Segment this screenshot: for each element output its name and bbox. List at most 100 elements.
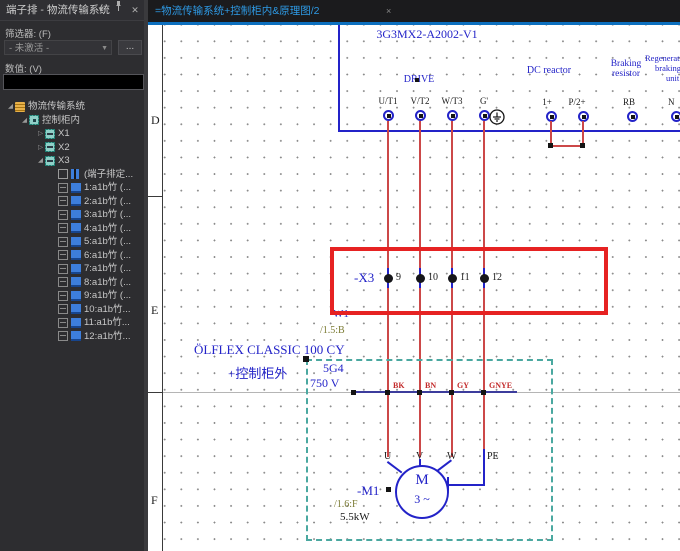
tree-item-terminal-12[interactable]: 12:a1b竹... bbox=[0, 330, 148, 344]
pin-icon[interactable] bbox=[110, 0, 126, 20]
tree-item-terminal-11[interactable]: 11:a1b竹... bbox=[0, 316, 148, 330]
jumper-wire[interactable] bbox=[550, 145, 584, 147]
pe-lead-horizontal bbox=[449, 484, 485, 486]
terminal-doc-icon bbox=[71, 210, 81, 220]
collapse-icon[interactable]: ▷ bbox=[36, 127, 45, 141]
expand-icon[interactable]: ◢ bbox=[20, 114, 29, 128]
tree-item-terminal-10[interactable]: 10:a1b竹... bbox=[0, 303, 148, 317]
conductor-point bbox=[417, 390, 422, 395]
eplan-window: 端子排 - 物流传输系统 ▼ ✕ 筛选器: (F) - 未激活 - ▼ ... … bbox=[0, 0, 680, 551]
value-input[interactable] bbox=[3, 74, 144, 90]
strip-nav-icon bbox=[71, 169, 81, 179]
cable-definition-line[interactable] bbox=[353, 391, 517, 393]
terminal-icon bbox=[58, 223, 68, 233]
terminal-doc-icon bbox=[71, 264, 81, 274]
tree-item-terminal-2[interactable]: 2:a1b竹 (... bbox=[0, 195, 148, 209]
tree-item-terminal-4[interactable]: 4:a1b竹 (... bbox=[0, 222, 148, 236]
tree-item-project[interactable]: ◢ 物流传输系统 bbox=[0, 100, 148, 114]
tree-item-terminal-9[interactable]: 9:a1b竹 (... bbox=[0, 289, 148, 303]
tree-item-terminal-5[interactable]: 5:a1b竹 (... bbox=[0, 235, 148, 249]
dc-reactor-terminal-label: 1+ bbox=[537, 97, 557, 107]
strip-def-icon bbox=[58, 169, 68, 179]
cable-type: ÖLFLEX CLASSIC 100 CY bbox=[194, 342, 345, 358]
motor-xref[interactable]: /1.6:F bbox=[334, 499, 358, 510]
terminal-doc-icon bbox=[71, 291, 81, 301]
connection-point-w-t3[interactable] bbox=[447, 110, 458, 121]
terminal-icon bbox=[58, 183, 68, 193]
terminal-icon bbox=[58, 250, 68, 260]
panel-titlebar[interactable]: 端子排 - 物流传输系统 ▼ ✕ bbox=[0, 0, 144, 21]
terminal-strip-icon bbox=[45, 156, 55, 166]
dc-reactor-label: DC reactor bbox=[518, 65, 580, 76]
terminal-icon bbox=[58, 210, 68, 220]
drive-box-left-edge[interactable] bbox=[338, 25, 340, 131]
terminal-doc-icon bbox=[71, 277, 81, 287]
expand-icon[interactable]: ◢ bbox=[6, 100, 15, 114]
terminal-doc-icon bbox=[71, 304, 81, 314]
terminal-strip-icon bbox=[45, 129, 55, 139]
panel-dropdown-icon[interactable]: ▼ bbox=[93, 0, 109, 20]
connection-point-u-t1[interactable] bbox=[383, 110, 394, 121]
drive-box-bottom-edge[interactable] bbox=[338, 130, 680, 132]
terminal-doc-icon bbox=[71, 318, 81, 328]
motor-power: 5.5kW bbox=[340, 511, 370, 523]
location-icon bbox=[29, 115, 39, 125]
tree-item-terminal-6[interactable]: 6:a1b竹 (... bbox=[0, 249, 148, 263]
connection-point-rb[interactable] bbox=[627, 111, 638, 122]
tree-item-terminal-7[interactable]: 7:a1b竹 (... bbox=[0, 262, 148, 276]
terminal-strip-icon bbox=[45, 142, 55, 152]
combo-arrow-icon: ▼ bbox=[101, 41, 108, 56]
tab-schematic-page[interactable]: =物流传输系统+控制柜内&原理图/2 bbox=[155, 0, 320, 22]
cable-xref[interactable]: /1.5:B bbox=[320, 325, 345, 336]
filter-value: - 未激活 - bbox=[9, 43, 49, 54]
filter-more-button[interactable]: ... bbox=[118, 40, 142, 55]
regen-unit-label: Regenerative braking unit bbox=[645, 53, 680, 83]
row-label-e: E bbox=[151, 303, 158, 318]
row-label-d: D bbox=[151, 113, 160, 128]
connection-point-marker bbox=[415, 78, 419, 82]
motor-terminal-label: PE bbox=[487, 451, 499, 462]
terminal-doc-icon bbox=[71, 237, 81, 247]
tree-item-strip-definition[interactable]: (端子排定... bbox=[0, 168, 148, 182]
motor-symbol[interactable]: M 3 ~ bbox=[395, 465, 449, 519]
terminal-doc-icon bbox=[71, 196, 81, 206]
expand-icon[interactable]: ◢ bbox=[36, 154, 45, 168]
filter-combobox[interactable]: - 未激活 - ▼ bbox=[4, 40, 112, 55]
terminal-icon bbox=[58, 277, 68, 287]
location-box-handle[interactable] bbox=[303, 356, 309, 362]
cable-line-handle bbox=[351, 390, 356, 395]
conductor-color-label: GY bbox=[457, 381, 469, 390]
terminal-icon bbox=[58, 237, 68, 247]
drive-terminal-label: W/T3 bbox=[432, 96, 472, 106]
tab-close-icon[interactable]: × bbox=[386, 0, 391, 22]
conductor-color-label: BK bbox=[393, 381, 405, 390]
tree-item-terminal-1[interactable]: 1:a1b竹 (... bbox=[0, 181, 148, 195]
tree-item-terminal-3[interactable]: 3:a1b竹 (... bbox=[0, 208, 148, 222]
motor-handle bbox=[386, 487, 391, 492]
tree-item-location[interactable]: ◢ 控制柜内 bbox=[0, 114, 148, 128]
terminal-doc-icon bbox=[71, 183, 81, 193]
tree-item-x3[interactable]: ◢ X3 bbox=[0, 154, 148, 168]
drive-label: DRIVE bbox=[394, 74, 444, 85]
selection-highlight-rect bbox=[330, 247, 608, 315]
device-title: 3G3MX2-A2002-V1 bbox=[352, 27, 502, 42]
row-label-f: F bbox=[151, 493, 158, 508]
terminal-icon bbox=[58, 304, 68, 314]
tree-item-x2[interactable]: ▷ X2 bbox=[0, 141, 148, 155]
filter-label: 筛选器: (F) bbox=[0, 21, 144, 42]
conductor-point bbox=[481, 390, 486, 395]
conductor-point bbox=[449, 390, 454, 395]
tree-item-x1[interactable]: ▷ X1 bbox=[0, 127, 148, 141]
panel-close-icon[interactable]: ✕ bbox=[127, 0, 143, 20]
tree-item-terminal-8[interactable]: 8:a1b竹 (... bbox=[0, 276, 148, 290]
terminal-icon bbox=[58, 331, 68, 341]
location-label: +控制柜外 bbox=[228, 363, 287, 382]
row-divider bbox=[148, 196, 163, 197]
motor-name[interactable]: -M1 bbox=[357, 483, 379, 499]
schematic-canvas[interactable]: D E F 3G3MX2-A2002-V1 DRIVE U/T1 V/T2 W/… bbox=[148, 25, 680, 551]
connection-point-v-t2[interactable] bbox=[415, 110, 426, 121]
terminal-icon bbox=[58, 264, 68, 274]
terminal-doc-icon bbox=[71, 250, 81, 260]
collapse-icon[interactable]: ▷ bbox=[36, 141, 45, 155]
connection-point-n[interactable] bbox=[671, 111, 680, 122]
